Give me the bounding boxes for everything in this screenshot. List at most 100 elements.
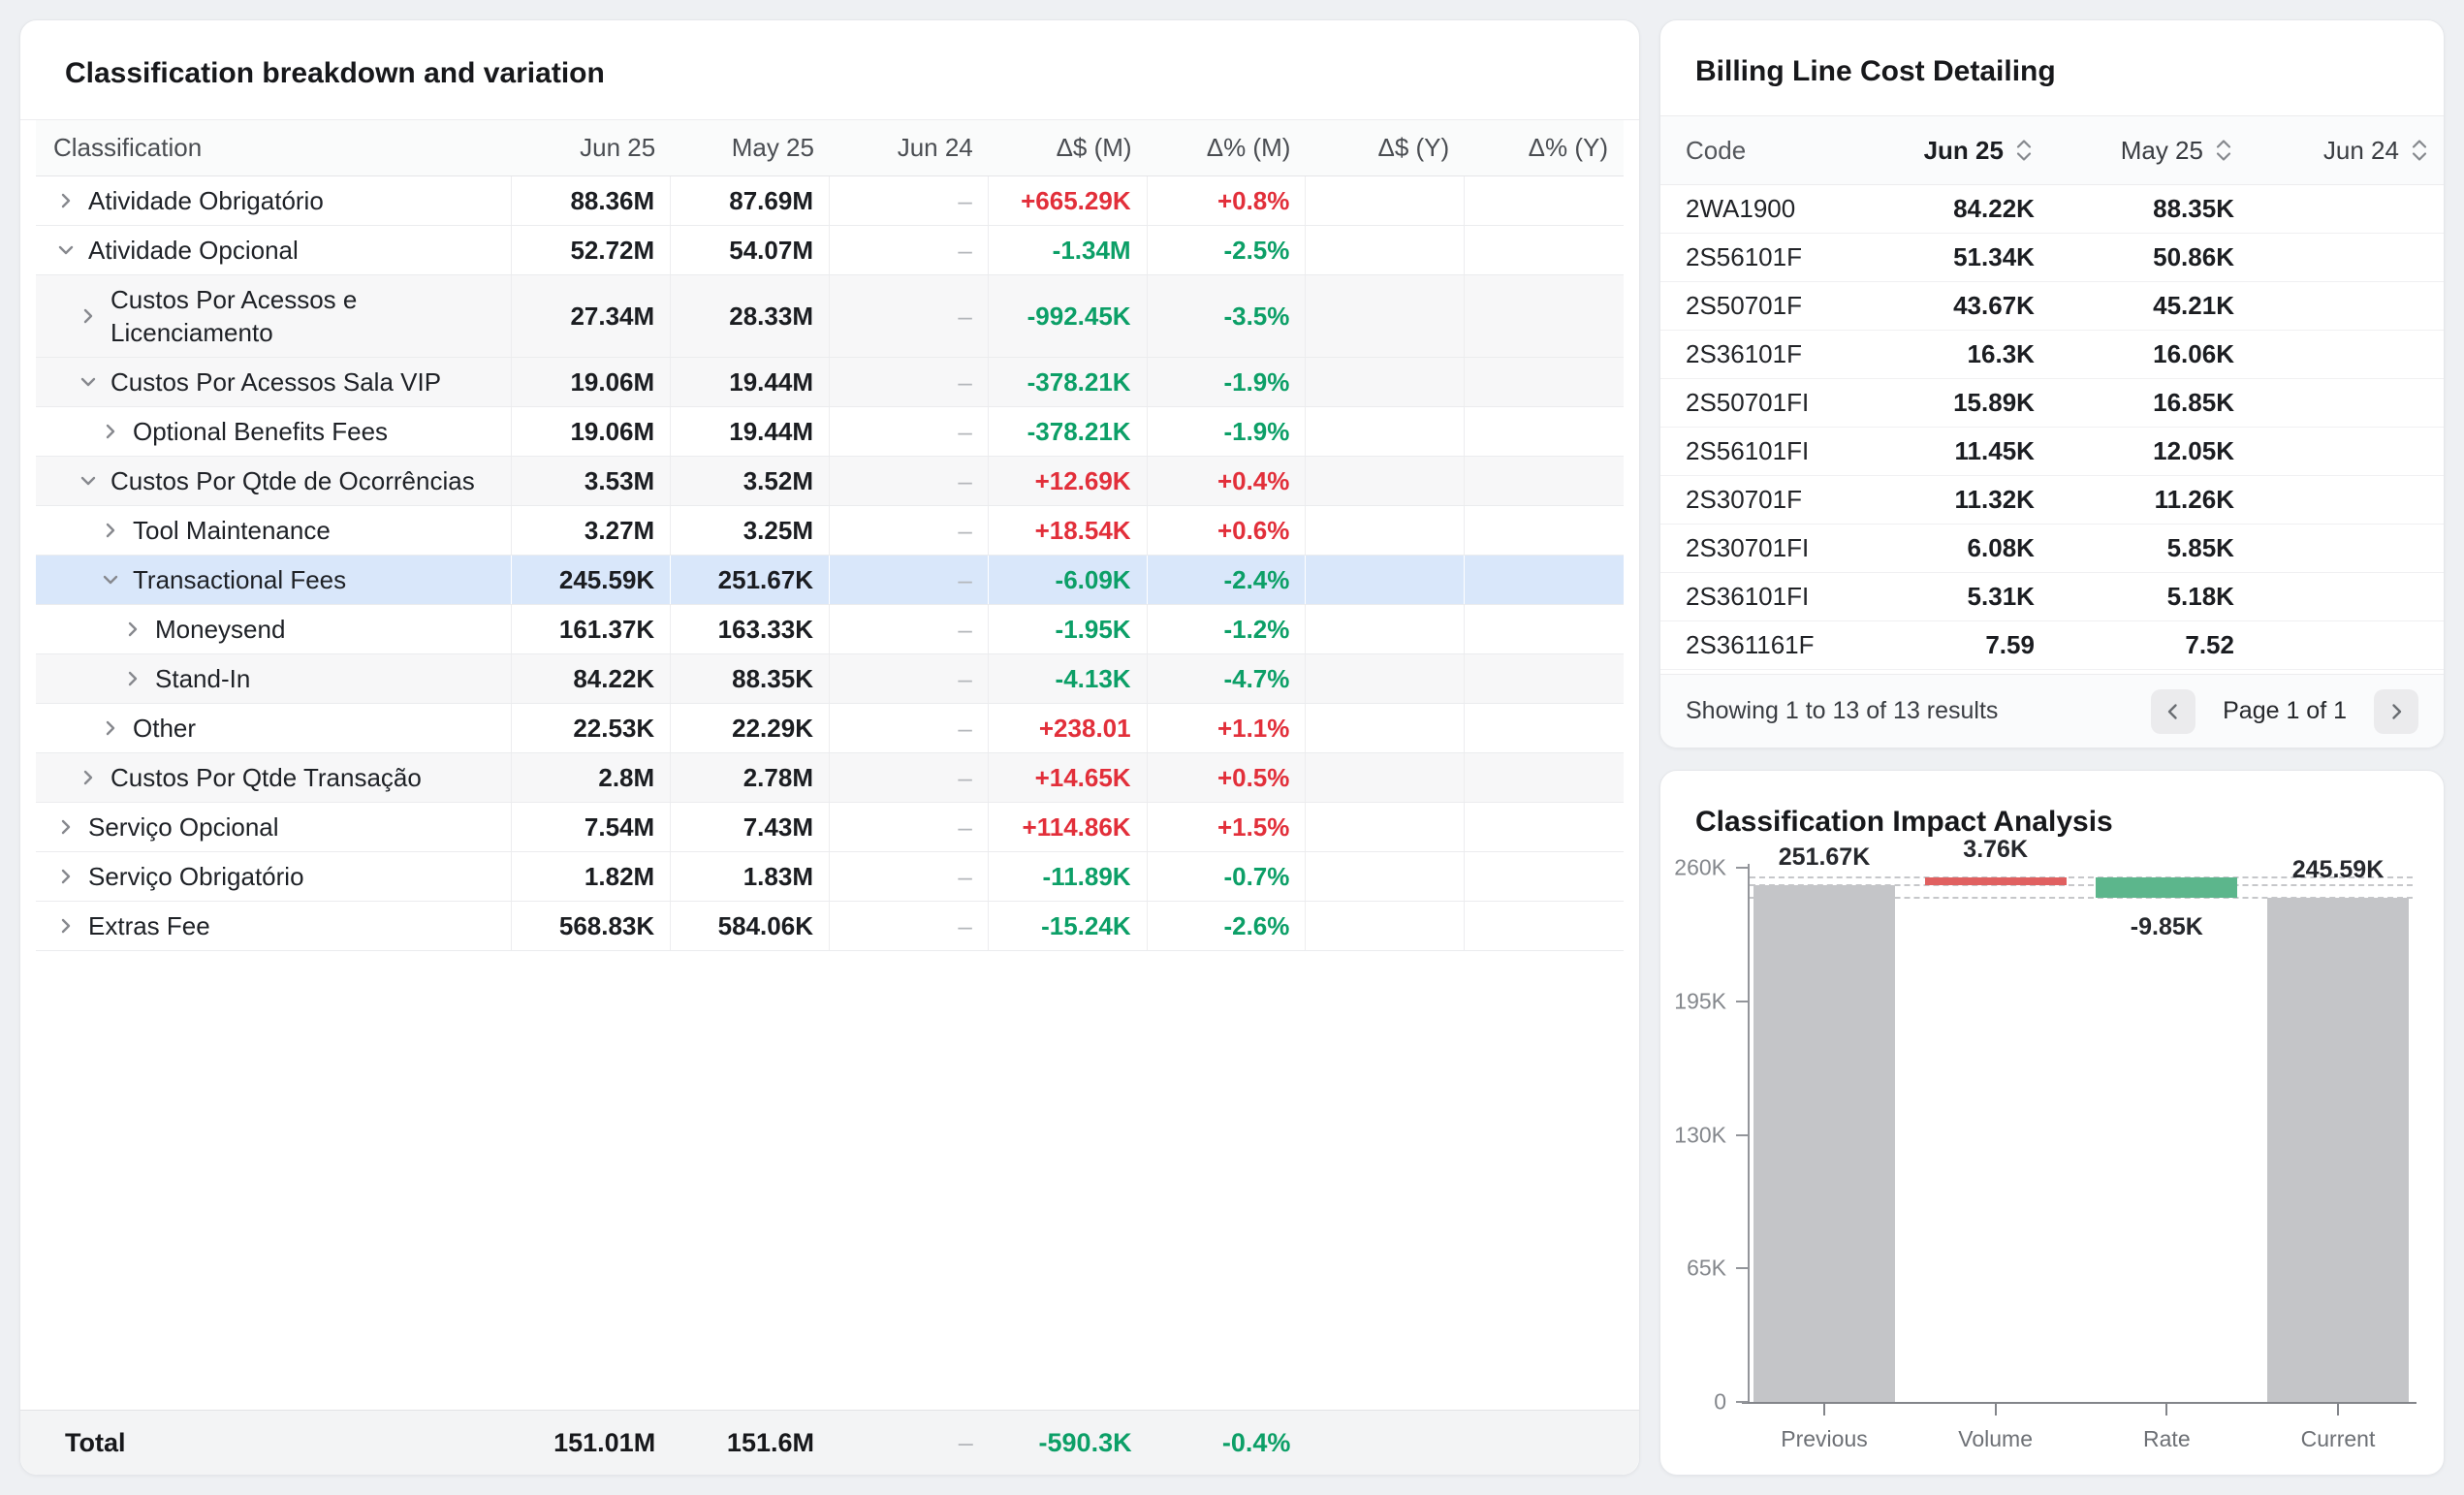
table-row[interactable]: 2S36101FI5.31K5.18K bbox=[1660, 573, 2444, 621]
value-cell: – bbox=[830, 852, 989, 901]
chevron-down-icon[interactable] bbox=[53, 238, 79, 263]
y-tick-label: 195K bbox=[1641, 988, 1726, 1014]
tree-row[interactable]: Stand-In84.22K88.35K–-4.13K-4.7% bbox=[36, 654, 1624, 704]
value-cell bbox=[1306, 753, 1465, 802]
chevron-right-icon[interactable] bbox=[53, 814, 79, 840]
table-row[interactable]: 2S56101FI11.45K12.05K bbox=[1660, 428, 2444, 476]
tree-row[interactable]: Custos Por Qtde Transação2.8M2.78M–+14.6… bbox=[36, 753, 1624, 803]
value-cell: – bbox=[830, 226, 989, 274]
x-axis-label: Volume bbox=[1958, 1426, 2033, 1452]
value-cell bbox=[1306, 803, 1465, 851]
tree-row[interactable]: Tool Maintenance3.27M3.25M–+18.54K+0.6% bbox=[36, 506, 1624, 556]
value-cell: +12.69K bbox=[989, 457, 1148, 505]
x-axis bbox=[1742, 1402, 2417, 1404]
value-cell: 6.08K bbox=[1848, 533, 2048, 563]
chevron-right-icon[interactable] bbox=[98, 518, 123, 543]
table-row[interactable]: 2WA190084.22K88.35K bbox=[1660, 185, 2444, 234]
table-row[interactable]: 2S56101F51.34K50.86K bbox=[1660, 234, 2444, 282]
value-cell bbox=[1306, 457, 1465, 505]
chevron-left-icon bbox=[2161, 699, 2186, 724]
value-cell: – bbox=[830, 704, 989, 752]
bar-value-label: 3.76K bbox=[1963, 836, 2028, 864]
value-cell: 245.59K bbox=[512, 556, 671, 604]
tree-row[interactable]: Custos Por Acessos e Licenciamento27.34M… bbox=[36, 275, 1624, 358]
value-cell: – bbox=[830, 407, 989, 456]
table-row[interactable]: 2S30701FI6.08K5.85K bbox=[1660, 525, 2444, 573]
sort-icon bbox=[2213, 136, 2234, 165]
chevron-right-icon[interactable] bbox=[53, 188, 79, 213]
classification-table-header: ClassificationJun 25May 25Jun 24Δ$ (M)Δ%… bbox=[36, 120, 1624, 176]
value-cell: +0.4% bbox=[1148, 457, 1307, 505]
chevron-right-icon[interactable] bbox=[98, 716, 123, 741]
value-cell bbox=[1465, 704, 1624, 752]
value-cell: 16.85K bbox=[2048, 388, 2248, 418]
value-cell: 43.67K bbox=[1848, 291, 2048, 321]
row-label-cell: Serviço Opcional bbox=[36, 803, 512, 851]
pagination: Page 1 of 1 bbox=[2151, 689, 2418, 734]
tree-row[interactable]: Moneysend161.37K163.33K–-1.95K-1.2% bbox=[36, 605, 1624, 654]
table-row[interactable]: 2S361161F7.597.52 bbox=[1660, 621, 2444, 670]
column-header-jun-24[interactable]: Jun 24 bbox=[2248, 136, 2444, 166]
chevron-down-icon[interactable] bbox=[76, 468, 101, 493]
value-cell bbox=[1306, 226, 1465, 274]
value-cell: 51.34K bbox=[1848, 242, 2048, 272]
chevron-down-icon[interactable] bbox=[76, 369, 101, 395]
chevron-right-icon[interactable] bbox=[120, 666, 145, 691]
chevron-right-icon[interactable] bbox=[120, 617, 145, 642]
sort-icon bbox=[2013, 136, 2035, 165]
value-cell bbox=[1306, 852, 1465, 901]
chevron-down-icon[interactable] bbox=[98, 567, 123, 592]
classification-table-body: Atividade Obrigatório88.36M87.69M–+665.2… bbox=[36, 176, 1624, 951]
tree-row[interactable]: Custos Por Acessos Sala VIP19.06M19.44M–… bbox=[36, 358, 1624, 407]
row-label: Optional Benefits Fees bbox=[133, 415, 388, 448]
results-count: Showing 1 to 13 of 13 results bbox=[1686, 697, 1998, 725]
value-cell: 22.29K bbox=[671, 704, 830, 752]
code-cell: 2S30701F bbox=[1660, 485, 1848, 515]
bar-rate bbox=[2096, 877, 2237, 898]
chevron-right-icon[interactable] bbox=[53, 913, 79, 938]
table-row[interactable]: 2S50701F43.67K45.21K bbox=[1660, 282, 2444, 331]
tree-row[interactable]: Custos Por Qtde de Ocorrências3.53M3.52M… bbox=[36, 457, 1624, 506]
next-page-button[interactable] bbox=[2374, 689, 2418, 734]
tree-row[interactable]: Atividade Opcional52.72M54.07M–-1.34M-2.… bbox=[36, 226, 1624, 275]
tree-row[interactable]: Extras Fee568.83K584.06K–-15.24K-2.6% bbox=[36, 902, 1624, 951]
table-row[interactable]: 2S50701FI15.89K16.85K bbox=[1660, 379, 2444, 428]
value-cell: +14.65K bbox=[989, 753, 1148, 802]
value-cell bbox=[1306, 704, 1465, 752]
column-header-may-25[interactable]: May 25 bbox=[2048, 136, 2248, 166]
value-cell: -2.5% bbox=[1148, 226, 1307, 274]
column-header-jun-25[interactable]: Jun 25 bbox=[1848, 136, 2048, 166]
table-row[interactable]: 2S36101F16.3K16.06K bbox=[1660, 331, 2444, 379]
value-cell: 584.06K bbox=[671, 902, 830, 950]
tree-row[interactable]: Optional Benefits Fees19.06M19.44M–-378.… bbox=[36, 407, 1624, 457]
value-cell: 12.05K bbox=[2048, 436, 2248, 466]
value-cell: 5.18K bbox=[2048, 582, 2248, 612]
column-header-label: Jun 24 bbox=[2323, 136, 2399, 166]
prev-page-button[interactable] bbox=[2151, 689, 2195, 734]
value-cell bbox=[1465, 852, 1624, 901]
tree-row[interactable]: Serviço Opcional7.54M7.43M–+114.86K+1.5% bbox=[36, 803, 1624, 852]
tree-row[interactable]: Transactional Fees245.59K251.67K–-6.09K-… bbox=[36, 556, 1624, 605]
row-label: Custos Por Qtde de Ocorrências bbox=[111, 464, 475, 497]
total-label: Total bbox=[36, 1428, 512, 1458]
chevron-right-icon[interactable] bbox=[53, 864, 79, 889]
chevron-right-icon[interactable] bbox=[76, 303, 101, 329]
value-cell: +1.5% bbox=[1148, 803, 1307, 851]
value-cell: – bbox=[830, 506, 989, 555]
code-cell: 2S36101FI bbox=[1660, 582, 1848, 612]
chevron-right-icon[interactable] bbox=[98, 419, 123, 444]
impact-panel: Classification Impact Analysis 065K130K1… bbox=[1659, 770, 2445, 1476]
value-cell: 52.72M bbox=[512, 226, 671, 274]
value-cell: – bbox=[830, 556, 989, 604]
value-cell: -0.7% bbox=[1148, 852, 1307, 901]
column-header-classification: Classification bbox=[36, 133, 512, 163]
tree-row[interactable]: Atividade Obrigatório88.36M87.69M–+665.2… bbox=[36, 176, 1624, 226]
value-cell: 2.8M bbox=[512, 753, 671, 802]
value-cell bbox=[1465, 654, 1624, 703]
tree-row[interactable]: Serviço Obrigatório1.82M1.83M–-11.89K-0.… bbox=[36, 852, 1624, 902]
value-cell bbox=[1465, 407, 1624, 456]
y-tick-label: 260K bbox=[1641, 855, 1726, 881]
tree-row[interactable]: Other22.53K22.29K–+238.01+1.1% bbox=[36, 704, 1624, 753]
table-row[interactable]: 2S30701F11.32K11.26K bbox=[1660, 476, 2444, 525]
chevron-right-icon[interactable] bbox=[76, 765, 101, 790]
